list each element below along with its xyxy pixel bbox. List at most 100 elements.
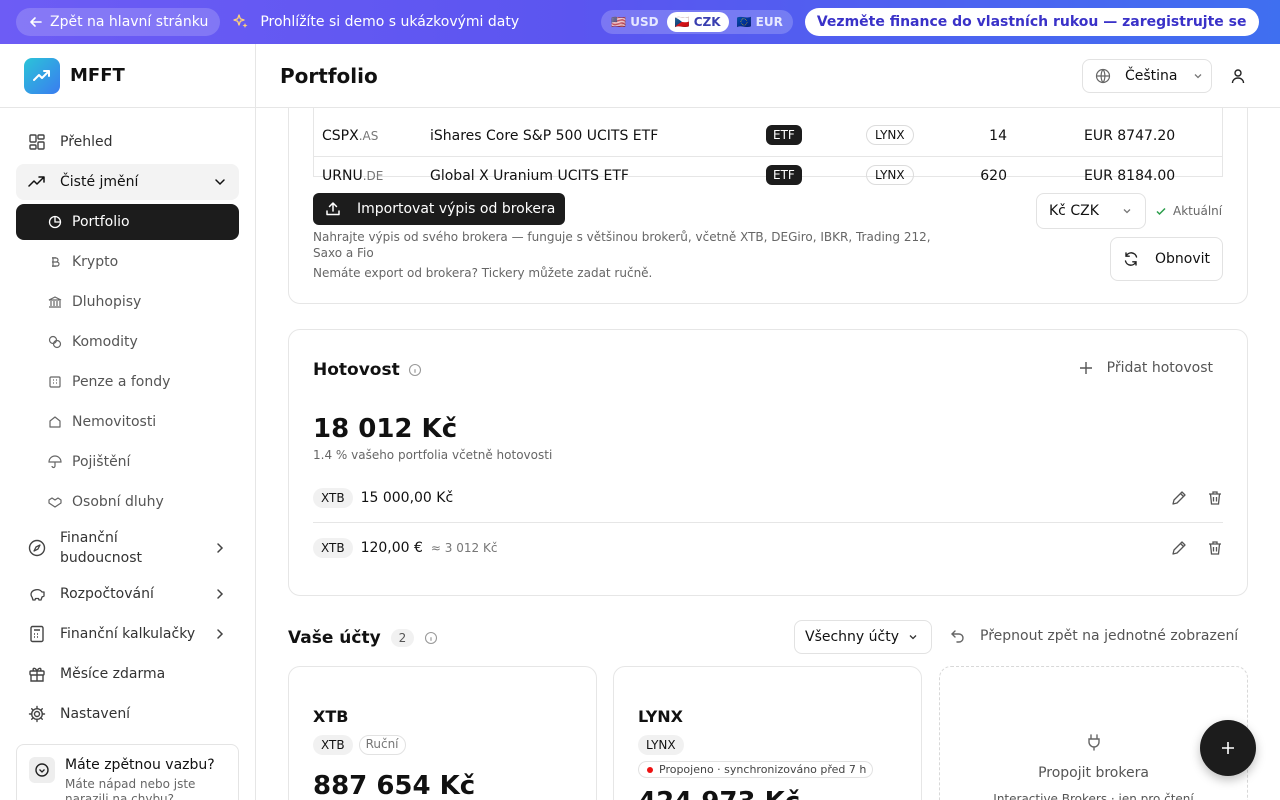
feedback-title: Máte zpětnou vazbu?	[65, 757, 215, 773]
cash-title-text: Hotovost	[313, 360, 400, 380]
globe-icon	[1095, 68, 1111, 84]
currency-eur[interactable]: 🇪🇺 EUR	[729, 12, 791, 32]
currency-select[interactable]: Kč CZK	[1036, 193, 1146, 229]
sidebar-subitem-pensions[interactable]: Penze a fondy	[16, 364, 239, 400]
holding-quantity: 14	[989, 128, 1007, 144]
plus-icon	[1079, 362, 1092, 374]
currency-select-value: Kč CZK	[1049, 203, 1099, 219]
pie-chart-icon	[48, 215, 62, 229]
info-icon[interactable]	[408, 363, 422, 377]
account-card-xtb[interactable]: XTB XTB Ruční 887 654 Kč	[288, 666, 597, 800]
sidebar-subitem-portfolio[interactable]: Portfolio	[16, 204, 239, 240]
currency-usd[interactable]: 🇺🇸 USD	[603, 12, 666, 32]
refresh-button[interactable]: Obnovit	[1110, 237, 1223, 281]
info-icon[interactable]	[424, 631, 438, 645]
sidebar-item-overview[interactable]: Přehled	[16, 124, 239, 160]
back-to-home-button[interactable]: Zpět na hlavní stránku	[16, 8, 221, 36]
broker-tag: LYNX	[638, 735, 684, 755]
ticker-symbol: URNU	[322, 168, 363, 184]
sidebar-item-label: Finanční budoucnost	[60, 530, 143, 566]
cash-approx: ≈ 3 012 Kč	[430, 540, 498, 555]
holding-value: EUR 8747.20	[1084, 128, 1176, 144]
edit-icon[interactable]	[1171, 490, 1187, 506]
add-cash-button[interactable]: Přidat hotovost	[1079, 360, 1213, 376]
cash-total: 18 012 Kč	[313, 414, 458, 444]
currency-czk[interactable]: 🇨🇿 CZK	[666, 12, 729, 32]
sidebar-subitem-bonds[interactable]: Dluhopisy	[16, 284, 239, 320]
sidebar-subitem-label: Osobní dluhy	[72, 494, 164, 510]
sync-status-badge: Propojeno · synchronizováno před 7 h	[638, 761, 874, 778]
coins-icon	[48, 335, 62, 349]
holding-name: iShares Core S&P 500 UCITS ETF	[430, 128, 659, 144]
holding-value: EUR 8184.00	[1084, 168, 1176, 184]
sync-status-text: Propojeno · synchronizováno před 7 h	[659, 763, 867, 776]
holdings-table: CSPX.AS iShares Core S&P 500 UCITS ETF E…	[313, 108, 1223, 185]
floating-add-button[interactable]	[1200, 720, 1256, 776]
import-statement-button[interactable]: Importovat výpis od brokera	[313, 193, 566, 225]
sparkles-icon	[233, 14, 248, 28]
sidebar-subitem-commodities[interactable]: Komodity	[16, 324, 239, 360]
feedback-card[interactable]: Máte zpětnou vazbu? Máte nápad nebo jste…	[16, 744, 239, 800]
holding-name: Global X Uranium UCITS ETF	[430, 168, 629, 184]
manual-tag: Ruční	[358, 735, 406, 755]
sidebar-item-financial-future[interactable]: Finanční budoucnost	[16, 524, 239, 572]
edit-icon[interactable]	[1171, 540, 1187, 556]
table-row[interactable]: CSPX.AS iShares Core S&P 500 UCITS ETF E…	[314, 117, 1222, 156]
sidebar-item-free-months[interactable]: Měsíce zdarma	[16, 656, 239, 692]
type-badge: ETF	[766, 125, 802, 145]
page-header: Portfolio Čeština	[256, 44, 1280, 108]
accounts-filter-value: Všechny účty	[805, 629, 900, 645]
sidebar-item-label: Nastavení	[60, 706, 131, 722]
sidebar-item-label: Čisté jmění	[60, 174, 139, 190]
upload-icon	[326, 202, 340, 216]
chevron-down-icon	[909, 635, 917, 640]
user-icon	[1231, 69, 1245, 84]
message-icon	[29, 757, 55, 783]
sidebar-subitem-insurance[interactable]: Pojištění	[16, 444, 239, 480]
sidebar-subitem-real-estate[interactable]: Nemovitosti	[16, 404, 239, 440]
sidebar-item-budgeting[interactable]: Rozpočtování	[16, 576, 239, 612]
chevron-down-icon	[215, 179, 225, 186]
list-item: XTB 15 000,00 Kč	[313, 474, 1223, 523]
bitcoin-icon	[52, 257, 60, 267]
user-menu-button[interactable]	[1230, 68, 1246, 84]
unified-view-button[interactable]: Přepnout zpět na jednotné zobrazení	[950, 628, 1238, 644]
language-value: Čeština	[1125, 68, 1178, 84]
holding-quantity: 620	[980, 168, 1007, 184]
table-row[interactable]: URNU.DE Global X Uranium UCITS ETF ETF L…	[314, 156, 1222, 195]
main-content: CSPX.AS iShares Core S&P 500 UCITS ETF E…	[256, 108, 1280, 800]
ticker: CSPX.AS	[322, 128, 378, 144]
trash-icon[interactable]	[1207, 540, 1223, 556]
dashboard-icon	[29, 134, 45, 150]
sidebar-nav: Přehled Čisté jmění Portfolio Krypto Dlu…	[0, 108, 255, 732]
refresh-icon	[1124, 252, 1138, 266]
account-name: XTB	[313, 707, 349, 726]
accounts-filter-select[interactable]: Všechny účty	[794, 620, 932, 654]
broker-tag: XTB	[313, 537, 353, 558]
home-icon	[49, 416, 61, 428]
cash-amount: 15 000,00 Kč	[360, 490, 454, 506]
connect-broker-card[interactable]: Propojit brokera Interactive Brokers · j…	[939, 666, 1248, 800]
language-select[interactable]: Čeština	[1082, 59, 1212, 93]
type-badge: ETF	[766, 165, 802, 185]
unified-view-label: Přepnout zpět na jednotné zobrazení	[980, 628, 1239, 644]
sidebar-item-calculators[interactable]: Finanční kalkulačky	[16, 616, 239, 652]
row-actions	[1171, 490, 1223, 506]
trash-icon[interactable]	[1207, 490, 1223, 506]
brand[interactable]: MFFT	[0, 44, 255, 108]
gear-icon	[28, 705, 46, 723]
ticker: URNU.DE	[322, 168, 383, 184]
signup-cta-button[interactable]: Vezměte finance do vlastních rukou — zar…	[804, 8, 1259, 36]
sidebar-item-settings[interactable]: Nastavení	[16, 696, 239, 732]
account-card-lynx[interactable]: LYNX LYNX Propojeno · synchronizováno př…	[613, 666, 922, 800]
sidebar-subitem-crypto[interactable]: Krypto	[16, 244, 239, 280]
sidebar-subitem-personal-debts[interactable]: Osobní dluhy	[16, 484, 239, 520]
status-dot	[647, 766, 653, 773]
calculator-icon	[30, 625, 44, 643]
umbrella-icon	[48, 455, 62, 469]
row-actions	[1171, 540, 1223, 556]
chevron-right-icon	[217, 629, 224, 639]
arrow-left-icon	[30, 17, 42, 27]
holdings-card: CSPX.AS iShares Core S&P 500 UCITS ETF E…	[288, 108, 1248, 304]
sidebar-item-net-worth[interactable]: Čisté jmění	[16, 164, 239, 200]
